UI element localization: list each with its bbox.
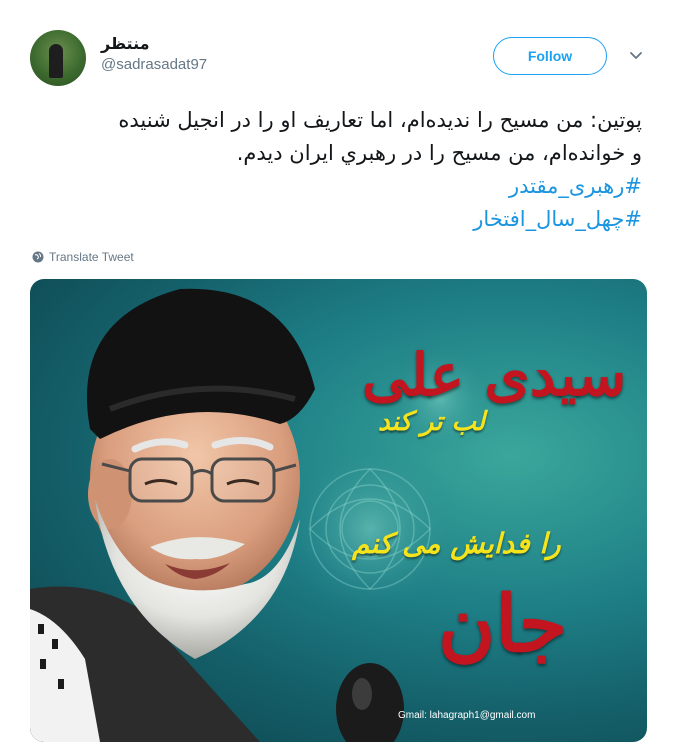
tweet-text: پوتین: من مسیح را ندیده‌ام، اما تعاریف ا… [30,104,642,236]
calligraphy-subtitle: لب تر کند [378,407,486,437]
calligraphy-line: را فدایش می کنم [352,527,561,560]
chevron-down-icon[interactable] [628,48,644,64]
avatar[interactable] [30,30,86,86]
display-name[interactable]: منتظر [101,34,150,54]
watermark-email: Gmail: lahagraph1@gmail.com [398,710,536,721]
tweet-header: منتظر @sadrasadat97 Follow [0,0,676,100]
tweet-text-line: پوتین: من مسیح را ندیده‌ام، اما تعاریف ا… [118,108,642,132]
user-handle[interactable]: @sadrasadat97 [101,56,207,73]
hashtag-link[interactable]: #رهبری_مقتدر [30,170,642,203]
translate-label: Translate Tweet [49,250,134,264]
hashtag-link[interactable]: #چهل_سال_افتخار [30,203,642,236]
follow-button[interactable]: Follow [493,37,607,75]
tweet-text-line: و خوانده‌ام، من مسیح را در رهبري ایران د… [236,141,642,165]
globe-icon [32,251,44,263]
translate-tweet-link[interactable]: Translate Tweet [32,250,134,264]
tweet-image[interactable]: سیدی علی لب تر کند جان را فدایش می کنم G… [30,279,647,742]
calligraphy-title: سیدی علی [362,341,627,409]
calligraphy-jan: جان [438,579,568,670]
